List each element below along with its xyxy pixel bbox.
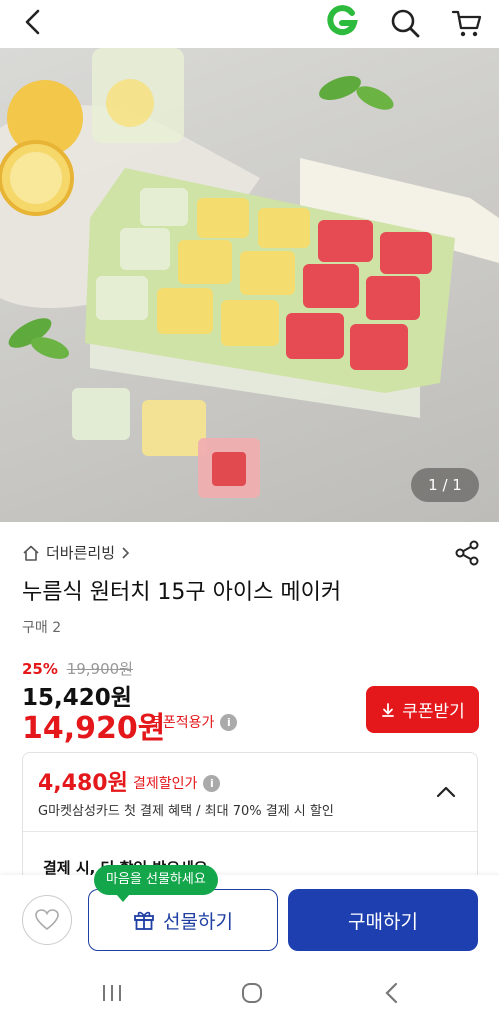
bottom-action-bar: 선물하기 구매하기 마음을 선물하세요 xyxy=(0,865,499,965)
gift-button-label: 선물하기 xyxy=(163,910,233,933)
discount-row: 25% 19,900원 xyxy=(22,658,133,679)
discount-rate: 25% xyxy=(22,660,58,678)
payment-discount-card[interactable]: 4,480원 결제할인가 i G마켓삼성카드 첫 결제 혜택 / 최대 70% … xyxy=(22,752,478,882)
info-icon[interactable]: i xyxy=(220,713,238,731)
system-nav-bar xyxy=(0,965,499,1024)
gift-tooltip: 마음을 선물하세요 xyxy=(94,865,218,902)
original-price: 19,900원 xyxy=(66,660,133,678)
card-benefit-text: G마켓삼성카드 첫 결제 혜택 / 최대 70% 결제 시 할인 xyxy=(38,804,334,819)
brand-link[interactable]: 더바른리빙 xyxy=(22,542,131,563)
cart-icon[interactable] xyxy=(450,6,484,40)
payment-discount-text: 결제할인가 xyxy=(133,776,198,792)
purchase-count: 구매 2 xyxy=(22,620,62,636)
back-button-icon[interactable] xyxy=(382,981,402,1005)
download-icon xyxy=(382,702,395,717)
heart-icon xyxy=(35,909,59,931)
ice-tray-illustration xyxy=(0,48,499,498)
wishlist-button[interactable] xyxy=(22,895,72,945)
buy-button[interactable]: 구매하기 xyxy=(288,889,478,951)
get-coupon-label: 쿠폰받기 xyxy=(402,702,465,722)
top-bar xyxy=(0,0,499,48)
brand-name: 더바른리빙 xyxy=(46,544,116,562)
coupon-applied-label: 쿠폰적용가 i xyxy=(150,712,238,732)
chevron-up-icon[interactable] xyxy=(433,779,459,805)
chevron-right-icon xyxy=(122,546,130,559)
back-icon[interactable] xyxy=(20,8,48,36)
payment-discount-label: 결제할인가 i xyxy=(133,773,221,793)
gift-icon xyxy=(134,911,154,930)
coupon-applied-text: 쿠폰적용가 xyxy=(150,715,215,731)
share-icon[interactable] xyxy=(453,539,481,567)
get-coupon-button[interactable]: 쿠폰받기 xyxy=(366,686,479,733)
payment-discount-price: 4,480원 xyxy=(38,771,128,796)
gmarket-logo[interactable] xyxy=(325,4,359,38)
image-counter: 1 / 1 xyxy=(411,468,479,502)
recent-apps-icon[interactable] xyxy=(100,981,124,1005)
home-button-icon[interactable] xyxy=(240,981,264,1005)
info-icon[interactable]: i xyxy=(203,774,221,792)
search-icon[interactable] xyxy=(388,6,422,40)
buy-button-label: 구매하기 xyxy=(348,910,418,933)
product-title: 누름식 원터치 15구 아이스 메이커 xyxy=(22,580,342,605)
product-image[interactable]: 1 / 1 xyxy=(0,48,499,522)
coupon-price: 14,920원 xyxy=(22,711,166,746)
divider xyxy=(23,831,477,832)
home-icon xyxy=(23,545,39,561)
